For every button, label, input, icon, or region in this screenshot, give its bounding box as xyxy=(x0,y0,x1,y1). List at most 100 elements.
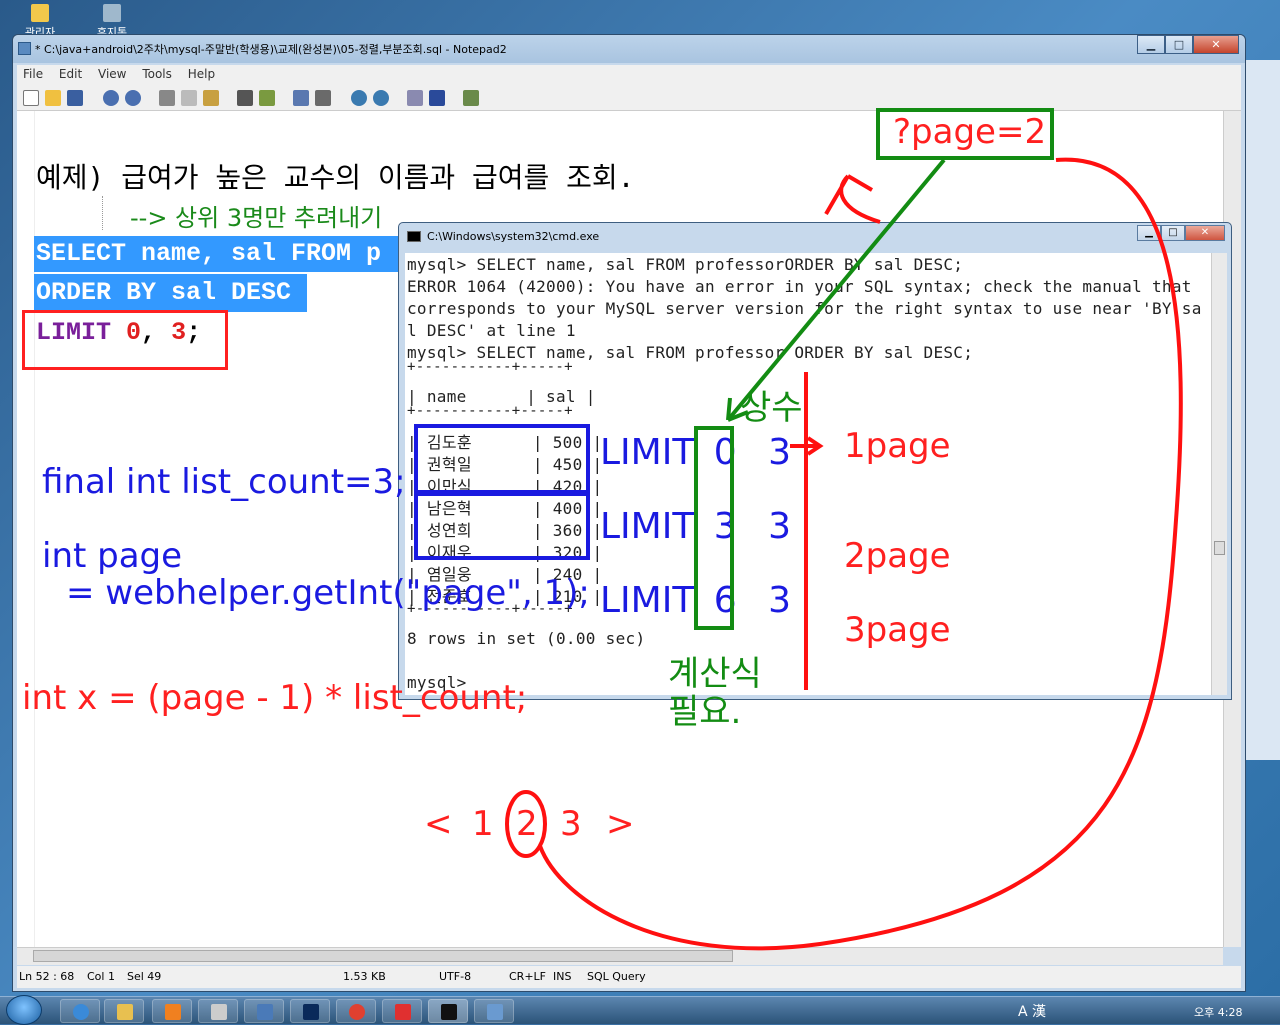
folder-icon xyxy=(117,1004,133,1020)
cmd-scrollbar-thumb[interactable] xyxy=(1214,541,1225,555)
undo-icon[interactable] xyxy=(103,90,119,106)
offset-formula: int x = (page - 1) * list_count; xyxy=(22,678,528,718)
cmd-taskbar-button[interactable] xyxy=(428,999,468,1023)
find-icon[interactable] xyxy=(237,90,253,106)
menu-tools[interactable]: Tools xyxy=(136,65,178,83)
paste-icon[interactable] xyxy=(203,90,219,106)
media-taskbar-button[interactable] xyxy=(152,999,192,1023)
calculator-icon xyxy=(211,1004,227,1020)
example-heading: 예제) 급여가 높은 교수의 이름과 급여를 조회. xyxy=(36,161,635,194)
start-button[interactable] xyxy=(6,995,42,1025)
cmd-close-button[interactable]: ✕ xyxy=(1185,225,1225,241)
status-file-size: 1.53 KB xyxy=(343,970,386,983)
explorer-taskbar-button[interactable] xyxy=(104,999,144,1023)
page-label-3: 3page xyxy=(844,610,951,650)
copy-icon[interactable] xyxy=(181,90,197,106)
cmd-app-icon xyxy=(407,231,421,242)
open-folder-icon[interactable] xyxy=(45,90,61,106)
console-line: l DESC' at line 1 xyxy=(407,321,576,340)
menu-view[interactable]: View xyxy=(92,65,132,83)
maximize-button[interactable]: □ xyxy=(1165,35,1193,54)
pager-page-1[interactable]: 1 xyxy=(472,804,494,844)
calculator-taskbar-button[interactable] xyxy=(198,999,238,1023)
scheme-icon[interactable] xyxy=(407,90,423,106)
offset-highlight-box xyxy=(694,426,734,630)
app-taskbar-button[interactable] xyxy=(382,999,422,1023)
replace-icon[interactable] xyxy=(259,90,275,106)
int-page-code: int page xyxy=(42,536,183,576)
sql-select-line: SELECT name, sal FROM p xyxy=(34,236,398,272)
page2-rows-box xyxy=(414,492,590,560)
cmd-maximize-button[interactable]: □ xyxy=(1161,225,1185,241)
cut-icon[interactable] xyxy=(159,90,175,106)
pager-page-3[interactable]: 3 xyxy=(560,804,582,844)
close-button[interactable]: ✕ xyxy=(1193,35,1239,54)
page1-rows-box xyxy=(414,424,590,494)
menu-bar: File Edit View Tools Help xyxy=(17,65,1241,85)
status-position: Ln 52 : 68 xyxy=(19,970,75,983)
status-eol[interactable]: CR+LF xyxy=(509,970,546,983)
sql-comment: --> 상위 3명만 추려내기 xyxy=(130,204,383,232)
menu-file[interactable]: File xyxy=(17,65,49,83)
app-icon xyxy=(395,1004,411,1020)
save-icon[interactable] xyxy=(67,90,83,106)
ime-indicator[interactable]: A 漢 xyxy=(1018,1001,1046,1021)
clock[interactable]: 오후 4:28 xyxy=(1194,1004,1242,1020)
console-line: corresponds to your MySQL server version… xyxy=(407,299,1202,318)
pager-prev[interactable]: < xyxy=(424,804,453,844)
editor-horizontal-scrollbar[interactable] xyxy=(17,947,1223,965)
zoom-out-icon[interactable] xyxy=(373,90,389,106)
get-int-code: = webhelper.getInt("page", 1); xyxy=(66,573,590,613)
ie-icon xyxy=(73,1004,89,1020)
status-encoding[interactable]: UTF-8 xyxy=(439,970,471,983)
page-label-2: 2page xyxy=(844,536,951,576)
redo-icon[interactable] xyxy=(125,90,141,106)
table-border: +-----------+-----+ xyxy=(407,403,573,419)
editor-margin xyxy=(17,111,35,947)
limit-highlight-box xyxy=(22,310,228,370)
minimize-button[interactable]: ▁ xyxy=(1137,35,1165,54)
console-line: ERROR 1064 (42000): You have an error in… xyxy=(407,277,1192,296)
chrome-icon xyxy=(349,1004,365,1020)
goto-icon[interactable] xyxy=(293,90,309,106)
cmd-scrollbar[interactable] xyxy=(1211,253,1227,695)
page-label-1: 1page xyxy=(844,426,951,466)
console-line: mysql> SELECT name, sal FROM professorOR… xyxy=(407,255,964,274)
status-insert-mode[interactable]: INS xyxy=(553,970,571,983)
result-line: 8 rows in set (0.00 sec) xyxy=(407,629,646,648)
list-count-code: final int list_count=3; xyxy=(42,462,406,502)
ie-taskbar-button[interactable] xyxy=(60,999,100,1023)
status-scheme[interactable]: SQL Query xyxy=(587,970,646,983)
system-tray: A 漢 오후 4:28 xyxy=(998,997,1280,1025)
menu-edit[interactable]: Edit xyxy=(53,65,88,83)
photoshop-icon xyxy=(303,1004,319,1020)
new-file-icon[interactable] xyxy=(23,90,39,106)
cmd-minimize-button[interactable]: ▁ xyxy=(1137,225,1161,241)
notepad2-titlebar[interactable]: * C:\java+android\2주차\mysql-주말반(학생용)\교제(… xyxy=(13,35,1245,63)
window-title: * C:\java+android\2주차\mysql-주말반(학생용)\교제(… xyxy=(35,43,507,56)
indent-guide xyxy=(102,196,103,230)
cmd-titlebar[interactable]: C:\Windows\system32\cmd.exe ▁ □ ✕ xyxy=(399,223,1231,251)
sql-order-line: ORDER BY sal DESC xyxy=(34,274,307,312)
notepad2-app-icon xyxy=(18,42,31,55)
constant-label: 상수 xyxy=(740,388,803,428)
scrollbar-thumb[interactable] xyxy=(33,950,733,962)
photoshop-taskbar-button[interactable] xyxy=(290,999,330,1023)
zoom-in-icon[interactable] xyxy=(351,90,367,106)
chrome-taskbar-button[interactable] xyxy=(336,999,376,1023)
background-window xyxy=(1240,60,1280,760)
wordwrap-icon[interactable] xyxy=(315,90,331,106)
pager-page-2[interactable]: 2 xyxy=(516,804,538,844)
exit-icon[interactable] xyxy=(463,90,479,106)
status-selection: Sel 49 xyxy=(127,970,162,983)
menu-help[interactable]: Help xyxy=(182,65,221,83)
pager-next[interactable]: > xyxy=(606,804,635,844)
cmd-icon xyxy=(441,1004,457,1020)
calc-label-2: 필요. xyxy=(668,692,742,732)
notepad2-taskbar-button[interactable] xyxy=(474,999,514,1023)
font-icon[interactable] xyxy=(429,90,445,106)
app-taskbar-button[interactable] xyxy=(244,999,284,1023)
folder-icon xyxy=(31,4,49,22)
query-param: ?page=2 xyxy=(893,112,1047,152)
status-bar: Ln 52 : 68 Col 1 Sel 49 1.53 KB UTF-8 CR… xyxy=(17,966,1241,988)
